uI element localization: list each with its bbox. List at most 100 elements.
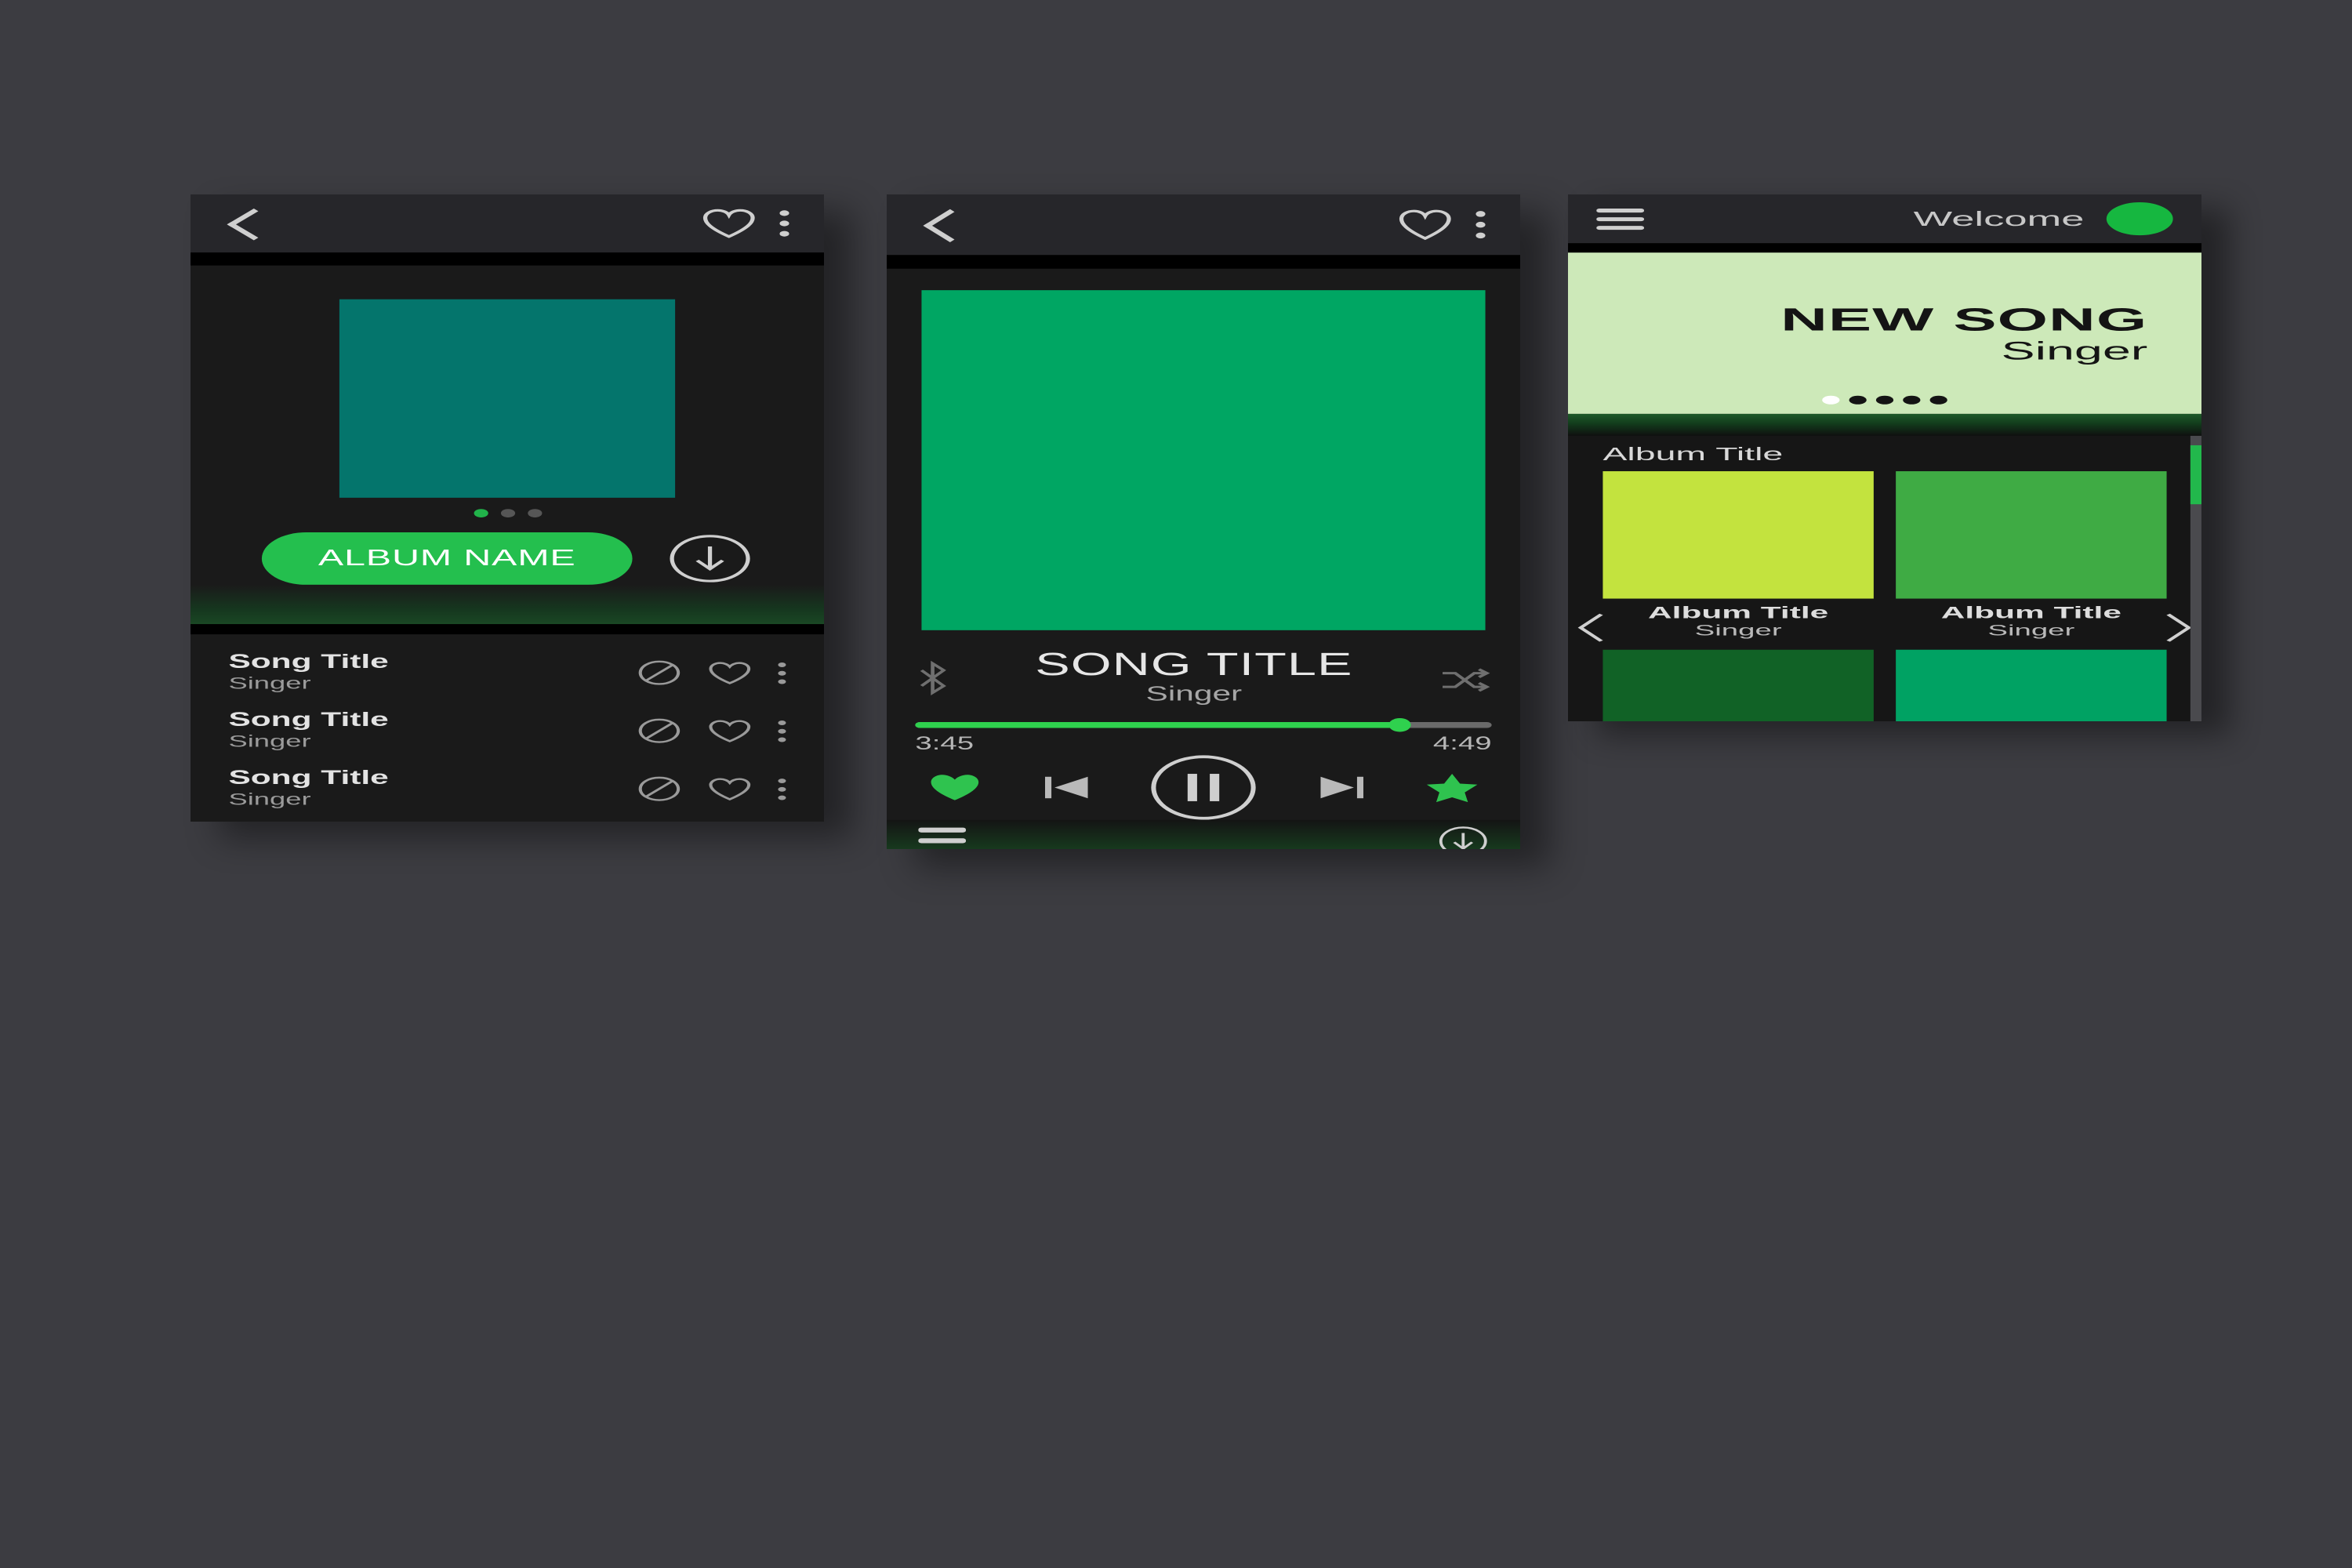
table-row[interactable]: Song Title Singer [191,818,824,822]
panel1-topbar [191,194,824,253]
list-lines-icon[interactable] [918,827,966,849]
list-item[interactable]: Album Title Singer [1896,649,2167,721]
star-filled-icon[interactable] [1425,771,1479,803]
panel1-green-fade [191,584,824,625]
panel3-divider [1568,243,2201,253]
song-info: Song Title Singer [228,652,388,694]
panel1-divider-2 [191,624,824,635]
album-singer: Singer [1987,622,2075,640]
song-info: Song Title Singer [228,768,388,810]
skip-previous-icon[interactable] [1040,771,1094,803]
song-title: Song Title [228,709,389,731]
heart-filled-icon[interactable] [928,771,982,803]
chevron-left-icon[interactable] [1571,611,1613,644]
heart-outline-icon[interactable] [707,660,753,685]
table-row[interactable]: Song Title Singer [191,702,824,760]
heart-outline-icon[interactable] [1396,208,1454,241]
album-action-row: ALBUM NAME [261,532,753,585]
kebab-menu-icon[interactable] [778,778,786,800]
elapsed-time: 3:45 [915,733,975,754]
panel1-topbar-actions [700,208,789,240]
song-actions [637,717,786,743]
album-singer: Singer [1694,622,1782,640]
download-circle-icon[interactable] [1438,826,1489,849]
album-detail-screen: ALBUM NAME Song Title Singer Song Title … [191,194,824,822]
player-controls [887,754,1520,820]
skip-next-icon[interactable] [1313,771,1367,803]
song-info: Song Title Singer [228,710,388,752]
track-meta: SONG TITLE Singer [950,648,1438,706]
block-icon[interactable] [637,659,682,685]
song-title: Song Title [228,651,389,673]
album-thumbnail[interactable] [1896,471,2167,599]
kebab-menu-icon[interactable] [1475,211,1486,239]
kebab-menu-icon[interactable] [779,210,789,237]
seek-times: 3:45 4:49 [915,734,1491,755]
list-item[interactable]: Album Title Singer [1896,471,2167,641]
hero-carousel-dots[interactable] [1822,395,1947,405]
pause-circle-icon[interactable] [1151,754,1256,820]
panel3-topbar-right: Welcome [1913,202,2173,236]
welcome-label: Welcome [1913,206,2085,230]
artwork-carousel-dots[interactable] [473,509,542,517]
chevron-left-icon[interactable] [225,205,263,242]
seek-slider[interactable] [915,717,1492,732]
list-item[interactable]: Album Title Singer [1602,649,1874,721]
panel2-topbar [887,194,1520,256]
track-meta-row: SONG TITLE Singer [887,630,1520,706]
album-thumbnail[interactable] [1896,649,2167,721]
bluetooth-icon[interactable] [915,659,949,699]
section-label: Album Title [1602,443,1784,465]
song-actions [637,659,786,685]
list-item[interactable]: Album Title Singer [1602,471,1874,641]
duration-time: 4:49 [1432,733,1492,754]
seek-area: 3:45 4:49 [887,706,1520,755]
song-singer: Singer [228,789,311,809]
now-playing-screen: SONG TITLE Singer 3:45 4:49 [887,194,1520,849]
album-name-button[interactable]: ALBUM NAME [261,532,633,585]
song-actions [637,775,786,801]
shuffle-icon[interactable] [1438,667,1492,692]
track-singer: Singer [1145,682,1243,706]
album-artwork[interactable] [921,290,1486,630]
block-icon[interactable] [637,717,682,743]
album-thumbnail[interactable] [1602,471,1874,599]
player-artwork-wrap [887,269,1520,630]
song-singer: Singer [228,673,311,692]
heart-outline-icon[interactable] [700,208,757,240]
heart-outline-icon[interactable] [707,718,753,743]
table-row[interactable]: Song Title Singer [191,644,824,702]
panel1-divider [191,252,824,266]
download-circle-icon[interactable] [668,533,753,583]
panel2-divider [887,255,1520,269]
block-icon[interactable] [637,775,682,801]
hero-subtitle: Singer [2001,336,2148,365]
heart-outline-icon[interactable] [707,776,753,801]
album-thumbnail[interactable] [1602,649,1874,721]
kebab-menu-icon[interactable] [778,662,786,684]
scrollbar-thumb[interactable] [2190,445,2201,505]
panel2-topbar-actions [1396,208,1486,241]
album-grid-area: Album Title Album Title Singer Album Tit… [1568,435,2201,721]
panel3-topbar: Welcome [1568,194,2201,244]
album-grid: Album Title Singer Album Title Singer Al… [1602,471,2167,721]
hero-banner[interactable]: NEW SONG Singer [1568,252,2201,414]
track-title: SONG TITLE [1035,645,1353,682]
album-title: Album Title [1940,604,2122,622]
album-title: Album Title [1648,604,1829,622]
song-singer: Singer [228,731,311,750]
avatar-circle-icon[interactable] [2106,202,2173,236]
home-browse-screen: Welcome NEW SONG Singer Album Title Albu… [1568,194,2201,721]
song-title: Song Title [228,767,389,789]
hero-title: NEW SONG [1780,300,2148,338]
song-list: Song Title Singer Song Title Singer Song… [191,634,824,822]
hero-fade [1568,413,2201,436]
player-footer [887,819,1520,849]
screenshot-stage: ALBUM NAME Song Title Singer Song Title … [0,0,2352,1568]
kebab-menu-icon[interactable] [778,720,786,742]
album-artwork[interactable] [339,299,676,498]
scrollbar-track[interactable] [2190,435,2201,721]
table-row[interactable]: Song Title Singer [191,760,824,818]
hamburger-icon[interactable] [1596,208,1644,230]
chevron-left-icon[interactable] [921,205,959,245]
